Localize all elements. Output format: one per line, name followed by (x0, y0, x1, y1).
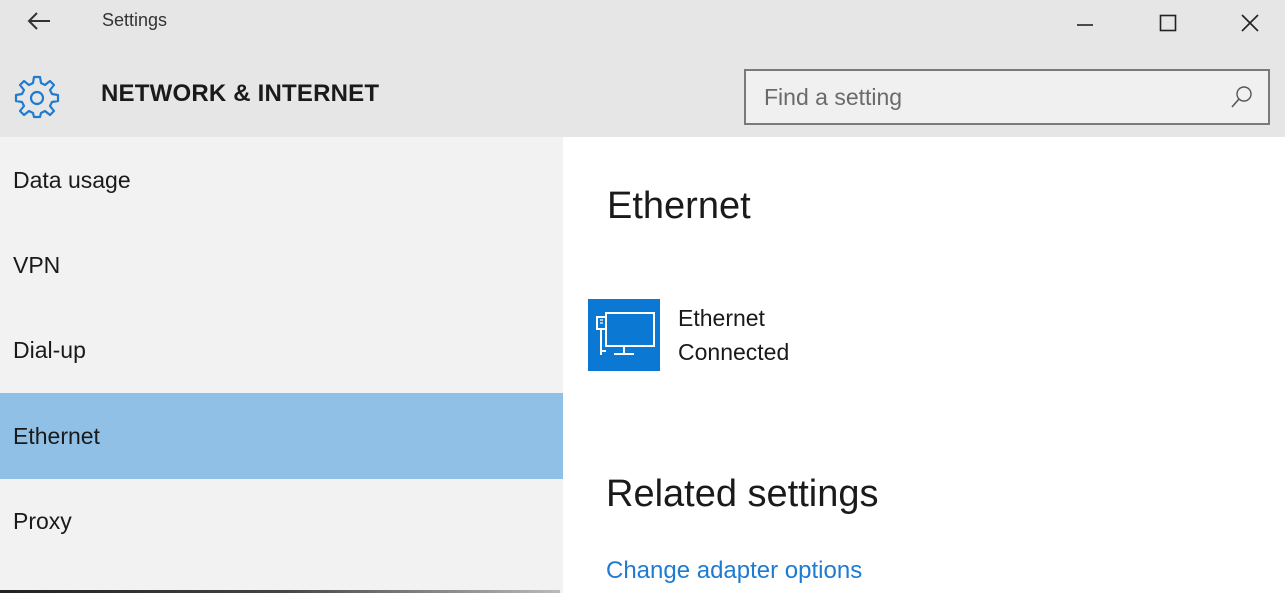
back-button[interactable] (22, 6, 56, 36)
ethernet-monitor-icon (588, 299, 660, 371)
sidebar-item-label: Ethernet (13, 422, 100, 449)
sidebar-item-proxy[interactable]: Proxy (0, 478, 563, 564)
sidebar-nav: Data usage VPN Dial-up Ethernet Proxy (0, 137, 563, 593)
sidebar-item-label: VPN (13, 251, 61, 278)
content-pane: Ethernet Ethernet Connected Related sett… (563, 137, 1285, 593)
sidebar-item-dial-up[interactable]: Dial-up (0, 307, 563, 393)
sidebar-item-data-usage[interactable]: Data usage (0, 137, 563, 223)
minimize-button[interactable] (1065, 8, 1105, 38)
ethernet-connection-item[interactable]: Ethernet Connected (588, 299, 848, 371)
change-adapter-options-link[interactable]: Change adapter options (606, 557, 862, 585)
maximize-button[interactable] (1148, 8, 1188, 38)
maximize-icon (1159, 14, 1177, 32)
sidebar-item-label: Dial-up (13, 336, 86, 363)
device-status: Connected (678, 339, 790, 365)
sidebar-item-label: Data usage (13, 166, 131, 193)
sidebar-item-label: Proxy (13, 507, 72, 534)
settings-window: Settings NETWORK & INTERNET Data (0, 0, 1285, 593)
back-arrow-icon (27, 12, 50, 30)
sidebar-item-vpn[interactable]: VPN (0, 222, 563, 308)
search-box[interactable] (744, 69, 1270, 125)
close-button[interactable] (1230, 8, 1270, 38)
sidebar-item-ethernet[interactable]: Ethernet (0, 393, 563, 479)
related-settings-heading: Related settings (606, 473, 879, 515)
search-input[interactable] (746, 71, 1206, 123)
page-title: Ethernet (607, 185, 751, 227)
section-title: NETWORK & INTERNET (101, 80, 380, 107)
title-bar: Settings NETWORK & INTERNET (0, 0, 1285, 137)
device-name: Ethernet (678, 305, 765, 331)
minimize-icon (1077, 24, 1093, 26)
search-icon[interactable] (1230, 85, 1254, 109)
app-title: Settings (102, 10, 168, 30)
gear-icon (14, 75, 60, 119)
close-icon (1241, 14, 1259, 32)
